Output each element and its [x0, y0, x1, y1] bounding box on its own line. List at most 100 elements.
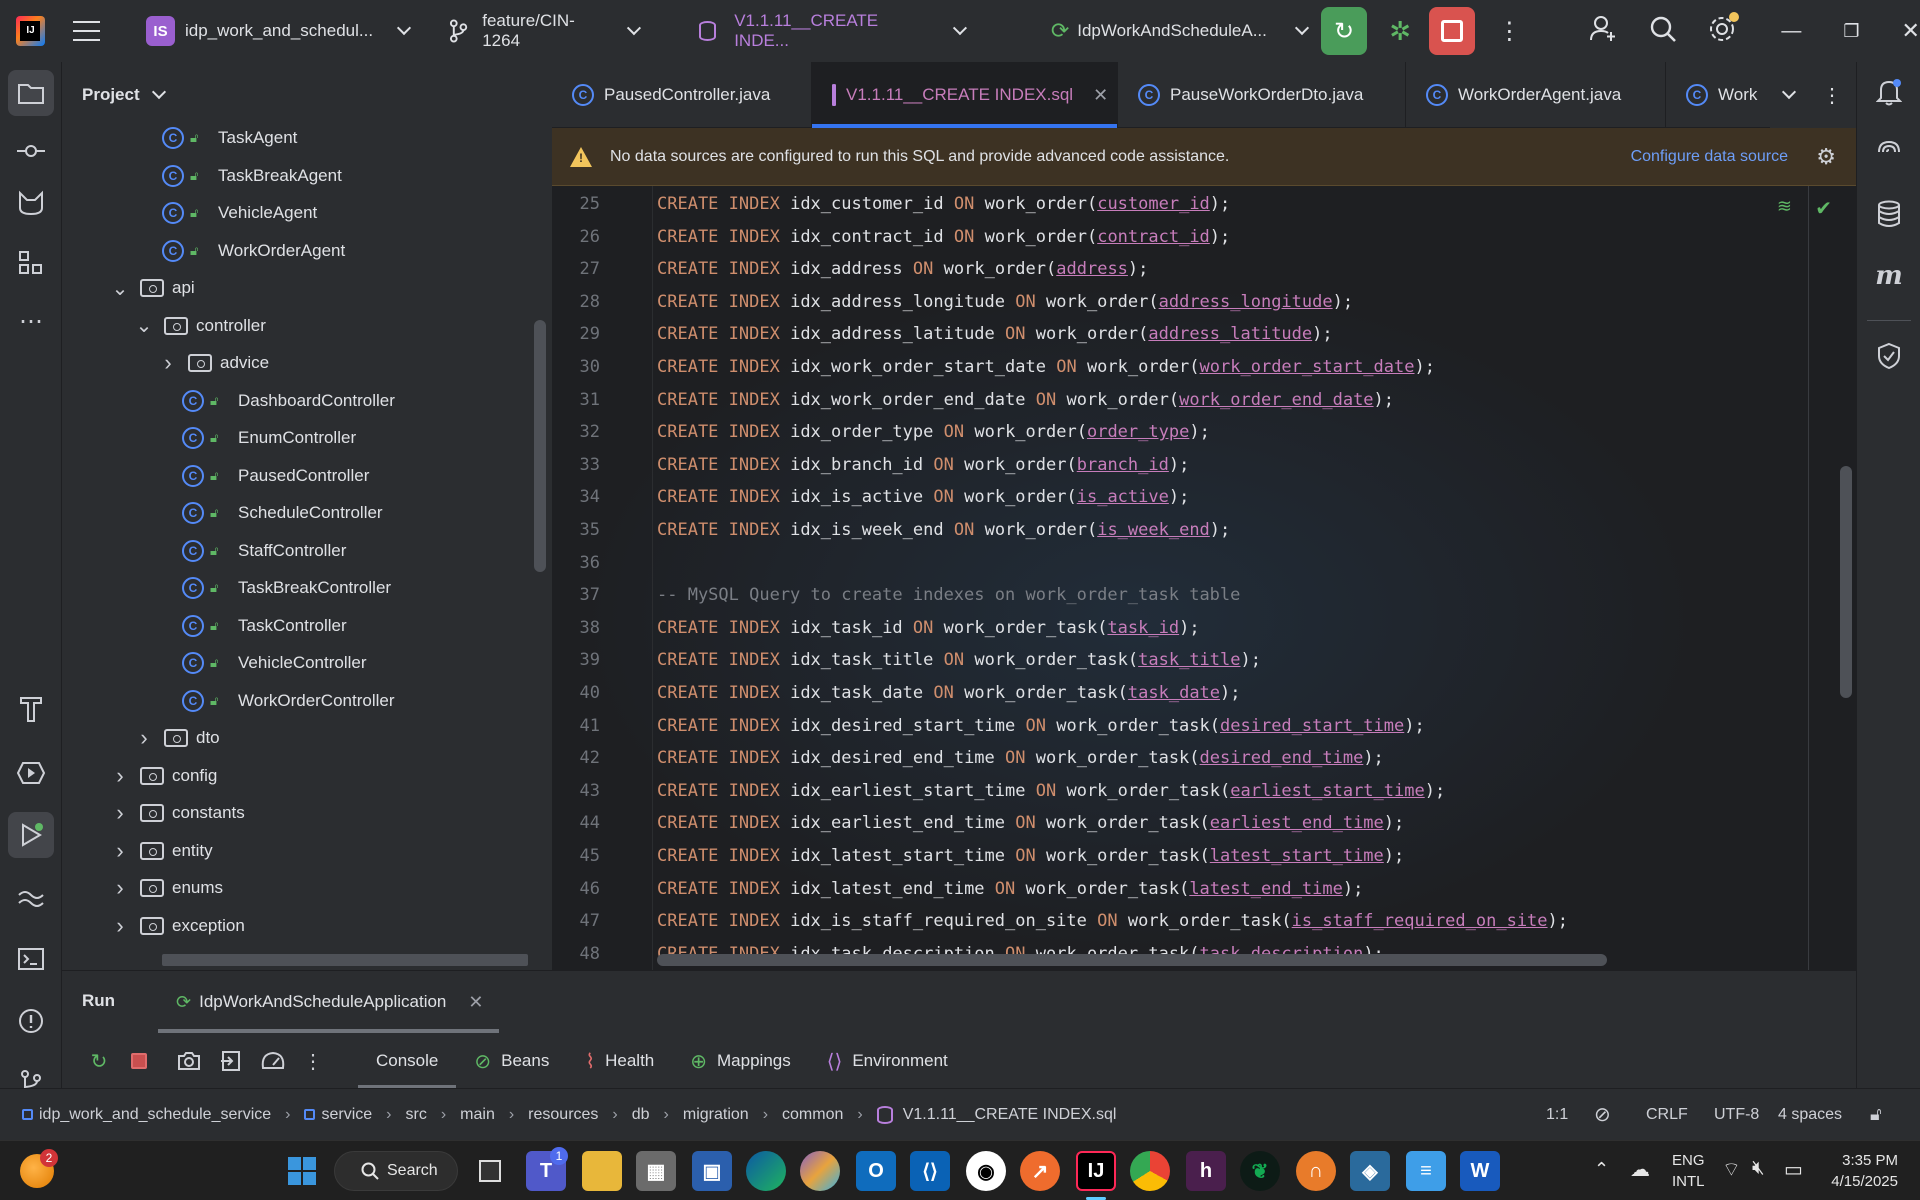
word-icon[interactable]: W — [1460, 1151, 1500, 1191]
code-line[interactable]: CREATE INDEX idx_order_type ON work_orde… — [657, 422, 1210, 442]
run-subtab[interactable]: ⟨⟩ Environment — [809, 1033, 966, 1089]
minimize-icon[interactable]: — — [1781, 20, 1801, 43]
tree-class-item[interactable]: C 🔓︎ StaffController — [182, 533, 346, 569]
breadcrumb-item[interactable]: main — [460, 1106, 495, 1124]
run-icon[interactable] — [8, 812, 54, 858]
task-view-icon[interactable] — [470, 1151, 510, 1191]
breadcrumb-item[interactable]: V1.1.11__CREATE INDEX.sql — [876, 1105, 1116, 1124]
folder-icon[interactable] — [8, 70, 54, 116]
tree-class-item[interactable]: C 🔓︎ VehicleAgent — [162, 195, 317, 231]
vscode-icon[interactable]: ⟨⟩ — [910, 1151, 950, 1191]
more-horiz-icon[interactable]: ⋯ — [8, 298, 54, 344]
shield-icon[interactable] — [1867, 334, 1911, 378]
tree-class-item[interactable]: C 🔓︎ WorkOrderAgent — [162, 233, 345, 269]
project-panel-header[interactable]: Project — [62, 62, 552, 128]
tree-class-item[interactable]: C 🔓︎ VehicleController — [182, 645, 367, 681]
notifications-icon[interactable] — [1867, 70, 1911, 114]
code-line[interactable]: CREATE INDEX idx_branch_id ON work_order… — [657, 455, 1189, 475]
chevron-right-icon[interactable]: › — [110, 913, 130, 939]
terminal-icon[interactable] — [8, 936, 54, 982]
copilot-icon[interactable] — [800, 1151, 840, 1191]
code-line[interactable]: CREATE INDEX idx_work_order_end_date ON … — [657, 390, 1394, 410]
maven-icon[interactable]: m — [1867, 254, 1911, 298]
code-line[interactable]: CREATE INDEX idx_task_title ON work_orde… — [657, 650, 1261, 670]
add-user-icon[interactable] — [1589, 14, 1617, 49]
chevron-right-icon[interactable]: › — [110, 838, 130, 864]
mysql-workbench-icon[interactable]: ◈ — [1350, 1151, 1390, 1191]
tree-folder[interactable]: › exception — [110, 908, 244, 944]
tree-folder[interactable]: › config — [110, 758, 217, 794]
tree-class-item[interactable]: C 🔓︎ TaskBreakController — [182, 570, 391, 606]
exit-icon[interactable] — [216, 1046, 246, 1076]
taskbar-clock[interactable]: 3:35 PM 4/15/2025 — [1831, 1150, 1898, 1192]
tree-class-item[interactable]: C 🔓︎ ScheduleController — [182, 495, 383, 531]
taskbar-search[interactable]: Search — [334, 1151, 458, 1191]
code-line[interactable]: CREATE INDEX idx_address_latitude ON wor… — [657, 324, 1333, 344]
code-line[interactable]: CREATE INDEX idx_desired_start_time ON w… — [657, 716, 1425, 736]
services-icon[interactable] — [8, 750, 54, 796]
project-scrollbar[interactable] — [534, 320, 546, 572]
tree-class-item[interactable]: C 🔓︎ PausedController — [182, 458, 369, 494]
no-inspections-icon[interactable]: ⊘ — [1594, 1102, 1611, 1127]
tree-folder[interactable]: › dto — [134, 720, 219, 756]
chevron-down-icon[interactable]: ⌄ — [134, 313, 154, 338]
wifi-icon[interactable]: ⌔ — [1722, 1157, 1741, 1182]
project-badge[interactable]: IS — [146, 16, 175, 46]
volume-muted-icon[interactable]: 🔇︎ — [1752, 1157, 1765, 1180]
pull-requests-icon[interactable] — [8, 180, 54, 226]
more-vert-icon[interactable]: ⋮ — [1822, 83, 1842, 108]
check-icon[interactable]: ✔ — [1815, 196, 1832, 221]
breadcrumb-item[interactable]: service — [304, 1106, 372, 1124]
settings-icon[interactable] — [1707, 11, 1740, 49]
rerun-icon[interactable]: ↻ — [84, 1046, 114, 1076]
file-encoding[interactable]: UTF-8 — [1714, 1106, 1759, 1124]
onedrive-icon[interactable]: ☁ — [1630, 1157, 1650, 1182]
code-line[interactable]: CREATE INDEX idx_desired_end_time ON wor… — [657, 748, 1384, 768]
github-icon[interactable]: ◉ — [966, 1151, 1006, 1191]
chevron-right-icon[interactable]: › — [110, 800, 130, 826]
code-line[interactable]: CREATE INDEX idx_is_week_end ON work_ord… — [657, 520, 1230, 540]
tree-class-item[interactable]: C 🔓︎ EnumController — [182, 420, 356, 456]
structure-icon[interactable] — [8, 240, 54, 286]
code-line[interactable]: CREATE INDEX idx_task_date ON work_order… — [657, 683, 1241, 703]
code-line[interactable]: CREATE INDEX idx_work_order_start_date O… — [657, 357, 1435, 377]
tree-folder[interactable]: ⌄ controller — [134, 308, 266, 344]
code-line[interactable]: CREATE INDEX idx_earliest_start_time ON … — [657, 781, 1445, 801]
gauge-icon[interactable] — [258, 1046, 288, 1076]
run-subtab[interactable]: ⊘ Beans — [456, 1033, 567, 1089]
tree-folder[interactable]: › constants — [110, 795, 244, 831]
code-line[interactable]: CREATE INDEX idx_is_staff_required_on_si… — [657, 911, 1568, 931]
file-explorer-icon[interactable] — [582, 1151, 622, 1191]
breadcrumb-item[interactable]: migration — [683, 1106, 749, 1124]
breadcrumb-item[interactable]: db — [632, 1106, 650, 1124]
code-line[interactable]: CREATE INDEX idx_earliest_end_time ON wo… — [657, 813, 1404, 833]
run-subtab[interactable]: Console — [358, 1033, 457, 1089]
branch-selector[interactable]: feature/CIN-1264 — [449, 0, 641, 62]
gear-icon[interactable]: ⚙ — [1816, 144, 1836, 170]
code-line[interactable]: CREATE INDEX idx_customer_id ON work_ord… — [657, 194, 1230, 214]
project-selector[interactable]: idp_work_and_schedul... — [185, 0, 412, 62]
ai-assistant-icon[interactable] — [1867, 130, 1911, 174]
run-tab-application[interactable]: ⟳ IdpWorkAndScheduleApplication ✕ — [158, 971, 500, 1033]
code-line[interactable]: CREATE INDEX idx_latest_start_time ON wo… — [657, 846, 1404, 866]
search-icon[interactable] — [1649, 15, 1677, 48]
notepad-icon[interactable]: ≡ — [1406, 1151, 1446, 1191]
editor-vscrollbar[interactable] — [1840, 466, 1852, 698]
lock-icon[interactable]: 🔓︎ — [1870, 1104, 1882, 1125]
file-selector[interactable]: V1.1.11__CREATE INDE... — [698, 0, 967, 62]
problems-icon[interactable] — [8, 998, 54, 1044]
run-config-selector[interactable]: ⟳ IdpWorkAndScheduleA... — [1051, 0, 1309, 62]
intellij-taskbar-icon[interactable]: IJ — [1076, 1151, 1116, 1191]
camera-icon[interactable] — [174, 1046, 204, 1076]
close-icon[interactable]: ✕ — [1902, 18, 1920, 44]
code-line[interactable]: CREATE INDEX idx_address_longitude ON wo… — [657, 292, 1353, 312]
editor-tab[interactable]: C PauseWorkOrderDto.java — [1118, 62, 1406, 128]
ai-assistant-icon[interactable]: ≋ — [1777, 196, 1792, 217]
chevron-right-icon[interactable]: › — [134, 725, 154, 751]
intellij-logo-icon[interactable]: IJ — [16, 16, 45, 46]
tabs-overflow-chevron-icon[interactable] — [1781, 84, 1797, 100]
run-subtab[interactable]: ⊕ Mappings — [672, 1033, 808, 1089]
rerun-button[interactable]: ↻ — [1320, 7, 1368, 55]
edge-icon[interactable] — [746, 1151, 786, 1191]
stop-icon[interactable] — [124, 1046, 154, 1076]
